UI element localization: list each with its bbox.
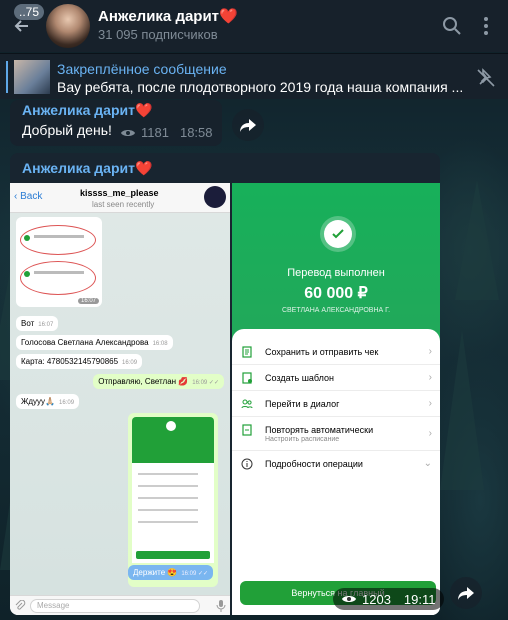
receipt-row-details: Подробности операции ⌄ bbox=[232, 451, 440, 477]
screenshot-bubble: Карта: 4780532145790865 16:09 bbox=[16, 354, 143, 369]
transfer-recipient: СВЕТЛАНА АЛЕКСАНДРОВНА Г. bbox=[281, 307, 391, 314]
receipt-actions-card: Сохранить и отправить чек › Создать шабло… bbox=[232, 329, 440, 615]
message-bubble[interactable]: Анжелика дарит❤️ Добрый день! 1181 18:58 bbox=[10, 100, 222, 146]
chat-screenshot-photo[interactable]: ‹ Back kissss_me_please last seen recent… bbox=[10, 183, 230, 615]
paperclip-icon bbox=[15, 600, 26, 610]
photo-message-bubble[interactable]: Анжелика дарит❤️ ‹ Back kissss_me_please… bbox=[10, 153, 440, 615]
info-icon bbox=[241, 458, 253, 470]
forward-button[interactable] bbox=[232, 109, 264, 141]
screenshot-image-time: 16:07 bbox=[77, 298, 99, 304]
view-count: 1203 bbox=[362, 591, 391, 607]
message-sender[interactable]: Анжелика дарит❤️ bbox=[22, 160, 152, 177]
users-icon bbox=[241, 399, 253, 409]
channel-title[interactable]: Анжелика дарит❤️ bbox=[98, 7, 238, 25]
screenshot-chat-area: 16:07 Вот 16:07 Голосова Светлана Алексан… bbox=[10, 213, 230, 595]
screenshot-avatar bbox=[204, 186, 226, 208]
screenshot-bubble: Отправляю, Светлан 💋 16:09 ✓✓ bbox=[93, 374, 224, 389]
eye-icon bbox=[121, 129, 135, 136]
transfer-amount: 60 000 ₽ bbox=[304, 285, 368, 302]
message-text: Добрый день! bbox=[22, 122, 112, 138]
screenshot-bubble: Голосова Светлана Александрова 16:08 bbox=[16, 335, 173, 350]
eye-icon bbox=[342, 596, 356, 602]
background-tree bbox=[455, 180, 499, 300]
repeat-icon bbox=[242, 424, 252, 436]
screenshot-receipt-thumbnail: Держите 😍 16:09 ✓✓ bbox=[128, 413, 218, 587]
forward-button[interactable] bbox=[450, 577, 482, 609]
screenshot-bubble: Ждууу🙏🏼 16:09 bbox=[16, 394, 80, 409]
transfer-receipt-photo[interactable]: Перевод выполнен 60 000 ₽ СВЕТЛАНА АЛЕКС… bbox=[232, 183, 440, 615]
message-time: 19:11 bbox=[403, 591, 436, 607]
channel-avatar[interactable] bbox=[46, 4, 90, 48]
background-tree bbox=[440, 330, 484, 490]
pinned-thumbnail bbox=[14, 60, 50, 94]
unpin-button[interactable] bbox=[474, 66, 498, 90]
screenshot-chat-header: ‹ Back kissss_me_please last seen recent… bbox=[10, 183, 230, 213]
search-icon bbox=[443, 17, 461, 35]
view-count: 1181 bbox=[141, 125, 169, 140]
more-vertical-icon bbox=[484, 17, 488, 35]
screenshot-contact: kissss_me_please bbox=[80, 188, 159, 198]
transfer-status: Перевод выполнен bbox=[287, 267, 385, 279]
search-button[interactable] bbox=[440, 14, 464, 38]
screenshot-input-bar: Message bbox=[10, 595, 230, 615]
pinned-title: Закреплённое сообщение bbox=[57, 61, 227, 77]
share-icon bbox=[240, 119, 256, 132]
screenshot-status: last seen recently bbox=[92, 200, 155, 209]
pinned-text: Вау ребята, после плодотворного 2019 год… bbox=[57, 79, 464, 95]
receipt-row-repeat: Повторять автоматически Настроить распис… bbox=[232, 417, 440, 451]
document-icon bbox=[242, 346, 252, 358]
check-badge bbox=[320, 216, 356, 252]
share-icon bbox=[458, 587, 474, 600]
screenshot-bubble: Держите 😍 16:09 ✓✓ bbox=[128, 565, 214, 580]
receipt-row-dialog: Перейти в диалог › bbox=[232, 391, 440, 417]
message-sender[interactable]: Анжелика дарит❤️ bbox=[22, 102, 152, 119]
message-time: 18:58 bbox=[179, 125, 213, 140]
screenshot-back: ‹ Back bbox=[14, 191, 43, 202]
unpin-icon bbox=[477, 68, 495, 87]
microphone-icon bbox=[216, 600, 226, 612]
screenshot-message-field: Message bbox=[30, 599, 200, 613]
check-icon bbox=[332, 229, 344, 239]
subscriber-count: 31 095 подписчиков bbox=[98, 27, 218, 42]
receipt-row-template: Создать шаблон › bbox=[232, 365, 440, 391]
message-meta: 1181 18:58 bbox=[120, 125, 213, 140]
pinned-indicator bbox=[6, 61, 8, 93]
unread-badge: ..75 bbox=[14, 4, 45, 20]
more-button[interactable] bbox=[474, 14, 498, 38]
receipt-row-save: Сохранить и отправить чек › bbox=[232, 339, 440, 365]
receipt-header: Перевод выполнен 60 000 ₽ СВЕТЛАНА АЛЕКС… bbox=[232, 183, 440, 343]
screenshot-image-bubble: 16:07 bbox=[16, 217, 102, 307]
chat-header: ..75 Анжелика дарит❤️ 31 095 подписчиков bbox=[0, 0, 508, 52]
template-icon bbox=[242, 372, 252, 384]
photo-meta-pill: 1203 19:11 bbox=[333, 588, 444, 610]
screenshot-bubble: Вот 16:07 bbox=[16, 316, 59, 331]
pinned-message-bar[interactable]: Закреплённое сообщение Вау ребята, после… bbox=[0, 53, 508, 99]
